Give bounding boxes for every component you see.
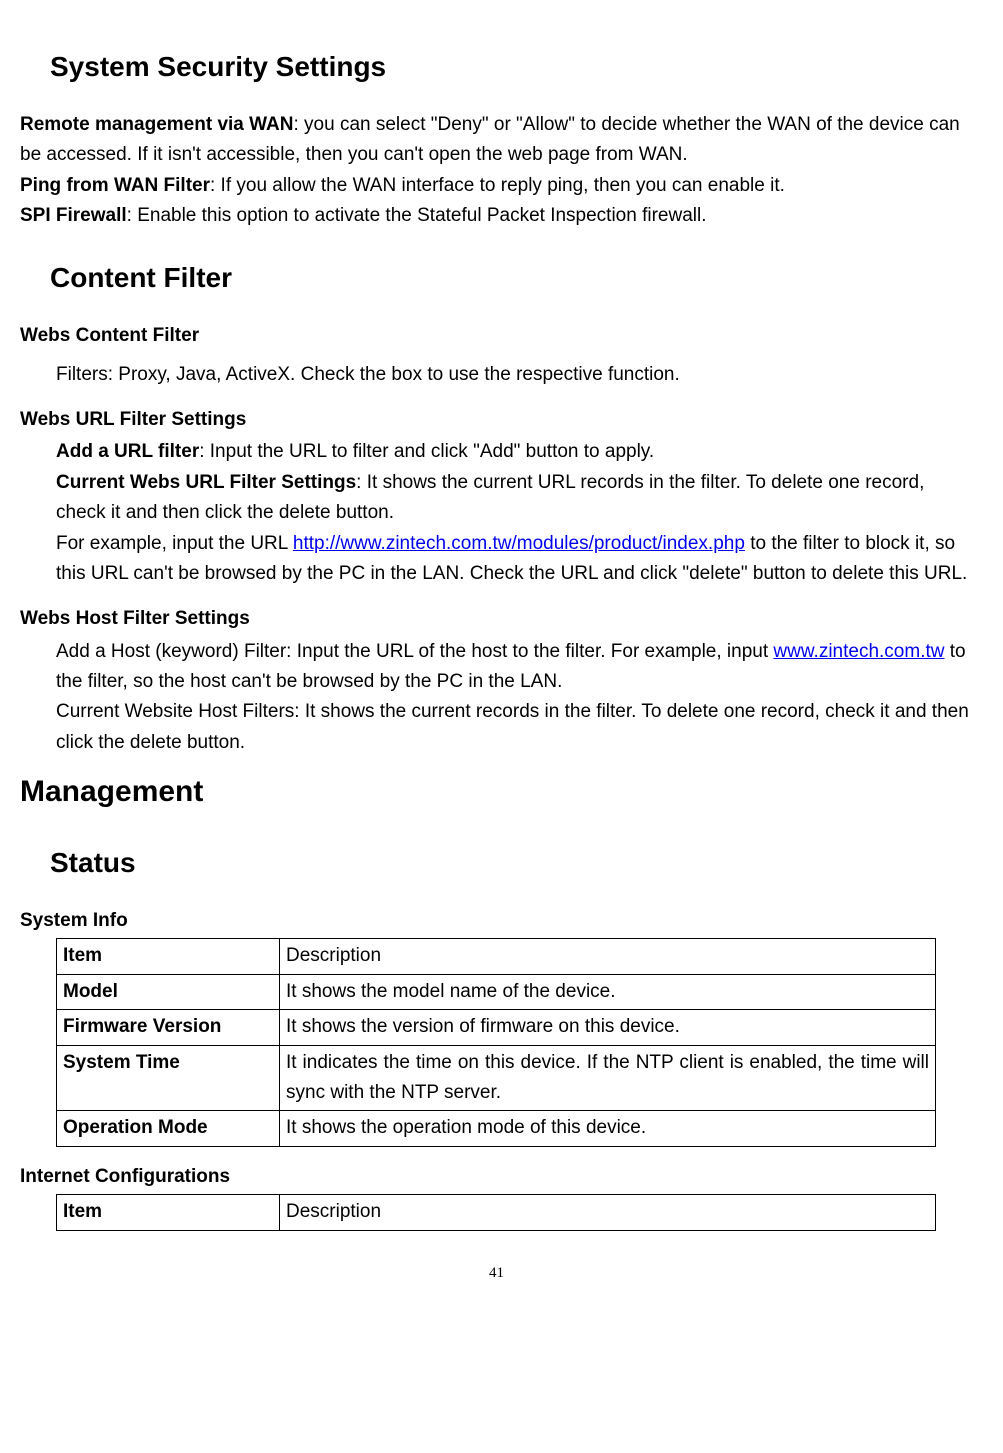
- text-add-url: : Input the URL to filter and click "Add…: [199, 441, 654, 462]
- table-row: Item Description: [57, 1195, 936, 1230]
- heading-system-info: System Info: [20, 906, 973, 936]
- page-number: 41: [20, 1261, 973, 1285]
- cell-systime-desc: It indicates the time on this device. If…: [280, 1045, 936, 1111]
- cell-item-header: Item: [57, 939, 280, 974]
- label-current-url: Current Webs URL Filter Settings: [56, 472, 356, 493]
- cell-desc-header: Description: [280, 939, 936, 974]
- para-remote-wan: Remote management via WAN: you can selec…: [20, 110, 973, 232]
- para-url-example: For example, input the URL http://www.zi…: [56, 529, 973, 590]
- heading-content-filter: Content Filter: [50, 256, 973, 301]
- link-url-example[interactable]: http://www.zintech.com.tw/modules/produc…: [293, 533, 745, 554]
- cell-systime-label: System Time: [57, 1045, 280, 1111]
- cell-opmode-label: Operation Mode: [57, 1111, 280, 1146]
- para-current-url: Current Webs URL Filter Settings: It sho…: [56, 468, 973, 529]
- cell-item-header2: Item: [57, 1195, 280, 1230]
- para-add-url: Add a URL filter: Input the URL to filte…: [56, 437, 973, 467]
- para-add-host: Add a Host (keyword) Filter: Input the U…: [56, 637, 973, 698]
- cell-model-desc: It shows the model name of the device.: [280, 974, 936, 1009]
- table-row: Firmware Version It shows the version of…: [57, 1010, 936, 1045]
- text-current-host: Current Website Host Filters: It shows t…: [56, 697, 973, 758]
- text-url-ex-a: For example, input the URL: [56, 533, 293, 554]
- cell-desc-header2: Description: [280, 1195, 936, 1230]
- cell-firmware-label: Firmware Version: [57, 1010, 280, 1045]
- label-add-url: Add a URL filter: [56, 441, 199, 462]
- heading-webs-content-filter: Webs Content Filter: [20, 321, 973, 351]
- label-remote-wan: Remote management via WAN: [20, 114, 293, 135]
- text-ping-wan: : If you allow the WAN interface to repl…: [210, 175, 785, 196]
- heading-internet-config: Internet Configurations: [20, 1162, 973, 1192]
- label-spi: SPI Firewall: [20, 205, 127, 226]
- text-add-host-a: Add a Host (keyword) Filter: Input the U…: [56, 641, 773, 662]
- cell-opmode-desc: It shows the operation mode of this devi…: [280, 1111, 936, 1146]
- table-system-info: Item Description Model It shows the mode…: [56, 938, 936, 1146]
- heading-status: Status: [50, 841, 973, 886]
- text-wcf: Filters: Proxy, Java, ActiveX. Check the…: [56, 360, 973, 390]
- table-row: Operation Mode It shows the operation mo…: [57, 1111, 936, 1146]
- table-row: Model It shows the model name of the dev…: [57, 974, 936, 1009]
- heading-management: Management: [20, 768, 973, 816]
- table-internet-config: Item Description: [56, 1194, 936, 1230]
- heading-webs-host-filter: Webs Host Filter Settings: [20, 604, 973, 634]
- heading-webs-url-filter: Webs URL Filter Settings: [20, 405, 973, 435]
- table-row: Item Description: [57, 939, 936, 974]
- label-ping-wan: Ping from WAN Filter: [20, 175, 210, 196]
- cell-firmware-desc: It shows the version of firmware on this…: [280, 1010, 936, 1045]
- heading-system-security: System Security Settings: [50, 45, 973, 90]
- text-spi: : Enable this option to activate the Sta…: [127, 205, 707, 226]
- table-row: System Time It indicates the time on thi…: [57, 1045, 936, 1111]
- link-host-example[interactable]: www.zintech.com.tw: [773, 641, 944, 662]
- cell-model-label: Model: [57, 974, 280, 1009]
